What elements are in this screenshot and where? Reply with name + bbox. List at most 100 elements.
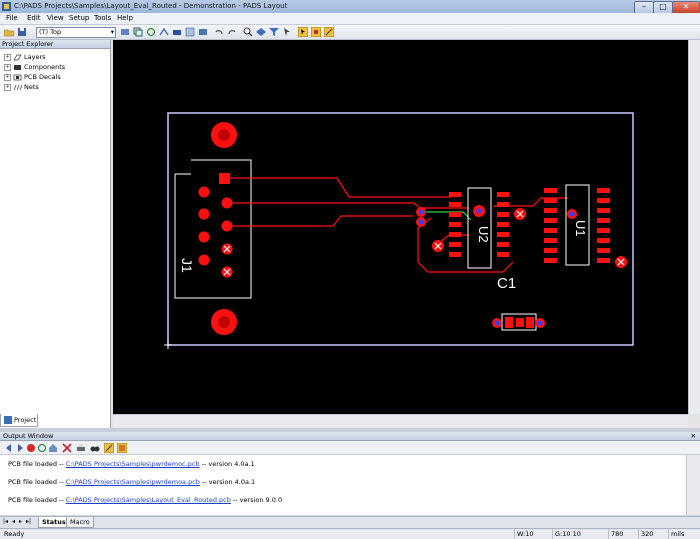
- status-bar: Ready W:10 G:10 10 780 320 mils: [0, 528, 700, 539]
- title-bar: C:\PADS Projects\Samples\Layout_Eval_Rou…: [0, 0, 700, 14]
- c1-pad: [526, 317, 534, 328]
- c1-pad: [516, 318, 524, 327]
- tree-item-nets[interactable]: + Nets: [4, 83, 39, 91]
- output-line-prefix: PCB file loaded --: [8, 460, 66, 468]
- find-icon[interactable]: [90, 443, 100, 453]
- expand-icon[interactable]: +: [4, 63, 11, 71]
- menu-tools[interactable]: Tools: [94, 14, 111, 22]
- refresh-icon[interactable]: [37, 443, 47, 453]
- save-icon[interactable]: [17, 27, 27, 37]
- nets-icon: [13, 84, 22, 90]
- menu-setup[interactable]: Setup: [69, 14, 89, 22]
- j1-pad: [198, 231, 210, 243]
- tree-label: PCB Decals: [24, 73, 61, 81]
- output-vertical-scrollbar[interactable]: [686, 455, 700, 515]
- output-line-prefix: PCB file loaded --: [8, 496, 66, 504]
- zoom-icon[interactable]: [243, 27, 253, 37]
- expand-icon[interactable]: +: [4, 73, 11, 81]
- via-center: [476, 208, 482, 214]
- view-icon[interactable]: [256, 27, 266, 37]
- layer-combo[interactable]: (T) Top ▾: [36, 27, 116, 38]
- output-line-link[interactable]: C:\PADS Projects\Samples\pwrdemoa.pcb: [66, 478, 200, 486]
- redo-icon[interactable]: [227, 27, 237, 37]
- pcb-canvas[interactable]: J1 U2 U1 C1: [113, 40, 688, 414]
- via-center: [569, 211, 575, 217]
- ecommand-icon[interactable]: [198, 27, 208, 37]
- route-icon[interactable]: [159, 27, 169, 37]
- tree-item-pcb-decals[interactable]: + PCB Decals: [4, 73, 61, 81]
- tree-item-layers[interactable]: + Layers: [4, 53, 46, 61]
- drafting-icon[interactable]: [172, 27, 182, 37]
- expand-icon[interactable]: +: [4, 83, 11, 91]
- tab-project[interactable]: Project: [0, 414, 38, 427]
- mounting-hole-drill: [218, 129, 230, 141]
- undo-icon[interactable]: [214, 27, 224, 37]
- properties-mode-icon[interactable]: [324, 27, 334, 37]
- output-window-header: Output Window ✕: [0, 432, 700, 441]
- layers-icon: [13, 54, 22, 60]
- refresh-icon[interactable]: [146, 27, 156, 37]
- app-icon: [2, 2, 11, 11]
- expand-icon[interactable]: +: [4, 53, 11, 61]
- menu-view[interactable]: View: [47, 14, 64, 22]
- output-line-prefix: PCB file loaded --: [8, 478, 66, 486]
- output-window-title: Output Window: [3, 432, 54, 440]
- nav-last-icon[interactable]: ▸|: [26, 517, 31, 527]
- tree-item-components[interactable]: + Components: [4, 63, 65, 71]
- canvas-background: [113, 40, 688, 414]
- highlight-mode-icon[interactable]: [311, 27, 321, 37]
- stop-icon[interactable]: [26, 443, 36, 453]
- menu-bar: File Edit View Setup Tools Help: [0, 13, 700, 25]
- canvas-vertical-scrollbar[interactable]: [688, 40, 700, 414]
- layer-combo-value: (T) Top: [39, 28, 62, 36]
- components-icon: [14, 64, 21, 70]
- j1-pad: [198, 254, 210, 266]
- output-line-suffix: -- version 9.0.0: [230, 496, 283, 504]
- output-line-suffix: -- version 4.0a.1: [199, 478, 256, 486]
- output-line: PCB file loaded -- C:\PADS Projects\Samp…: [8, 478, 255, 486]
- home-icon[interactable]: [48, 443, 58, 453]
- tab-project-label: Project: [14, 416, 37, 424]
- output-line-link[interactable]: C:\PADS Projects\Samples\Layout_Eval_Rou…: [66, 496, 231, 504]
- output-line: PCB file loaded -- C:\PADS Projects\Samp…: [8, 496, 282, 504]
- canvas-frame: J1 U2 U1 C1: [111, 40, 700, 428]
- tab-status[interactable]: Status: [38, 517, 70, 528]
- pointer-icon[interactable]: [282, 27, 292, 37]
- output-line: PCB file loaded -- C:\PADS Projects\Samp…: [8, 460, 255, 468]
- filter-icon[interactable]: [269, 27, 279, 37]
- project-explorer-title: Project Explorer: [0, 40, 110, 49]
- nav-prev-icon[interactable]: ◂: [12, 517, 15, 527]
- copy-icon[interactable]: [133, 27, 143, 37]
- via-center: [418, 209, 424, 215]
- canvas-horizontal-scrollbar[interactable]: [113, 414, 688, 427]
- forward-icon[interactable]: [15, 443, 25, 453]
- output-toolbar: [0, 441, 700, 455]
- via-center: [418, 219, 424, 225]
- menu-help[interactable]: Help: [117, 14, 133, 22]
- j1-pad: [198, 208, 210, 220]
- menu-edit[interactable]: Edit: [27, 14, 41, 22]
- output-close-icon[interactable]: ✕: [691, 432, 696, 440]
- design-icon[interactable]: [185, 27, 195, 37]
- clear-icon[interactable]: [62, 443, 72, 453]
- toolbar: (T) Top ▾: [0, 25, 700, 40]
- chevron-down-icon: ▾: [110, 28, 114, 36]
- output-pane: PCB file loaded -- C:\PADS Projects\Samp…: [0, 455, 686, 515]
- open-folder-icon[interactable]: [4, 27, 14, 37]
- tab-macro[interactable]: Macro: [66, 517, 94, 528]
- layer-toggle-icon[interactable]: [120, 27, 130, 37]
- output-line-link[interactable]: C:\PADS Projects\Samples\pwrdemoc.pcb: [66, 460, 200, 468]
- menu-file[interactable]: File: [6, 14, 18, 22]
- columns-icon[interactable]: [117, 443, 127, 453]
- print-icon[interactable]: [76, 443, 86, 453]
- back-icon[interactable]: [4, 443, 14, 453]
- nav-first-icon[interactable]: |◂: [3, 517, 8, 527]
- via-center: [494, 320, 500, 326]
- window-title: C:\PADS Projects\Samples\Layout_Eval_Rou…: [14, 2, 288, 10]
- edit-icon[interactable]: [104, 443, 114, 453]
- designator-c1: C1: [497, 275, 516, 292]
- nav-next-icon[interactable]: ▸: [19, 517, 22, 527]
- designator-u2: U2: [476, 226, 491, 243]
- select-mode-icon[interactable]: [298, 27, 308, 37]
- j1-pad-square: [219, 173, 230, 184]
